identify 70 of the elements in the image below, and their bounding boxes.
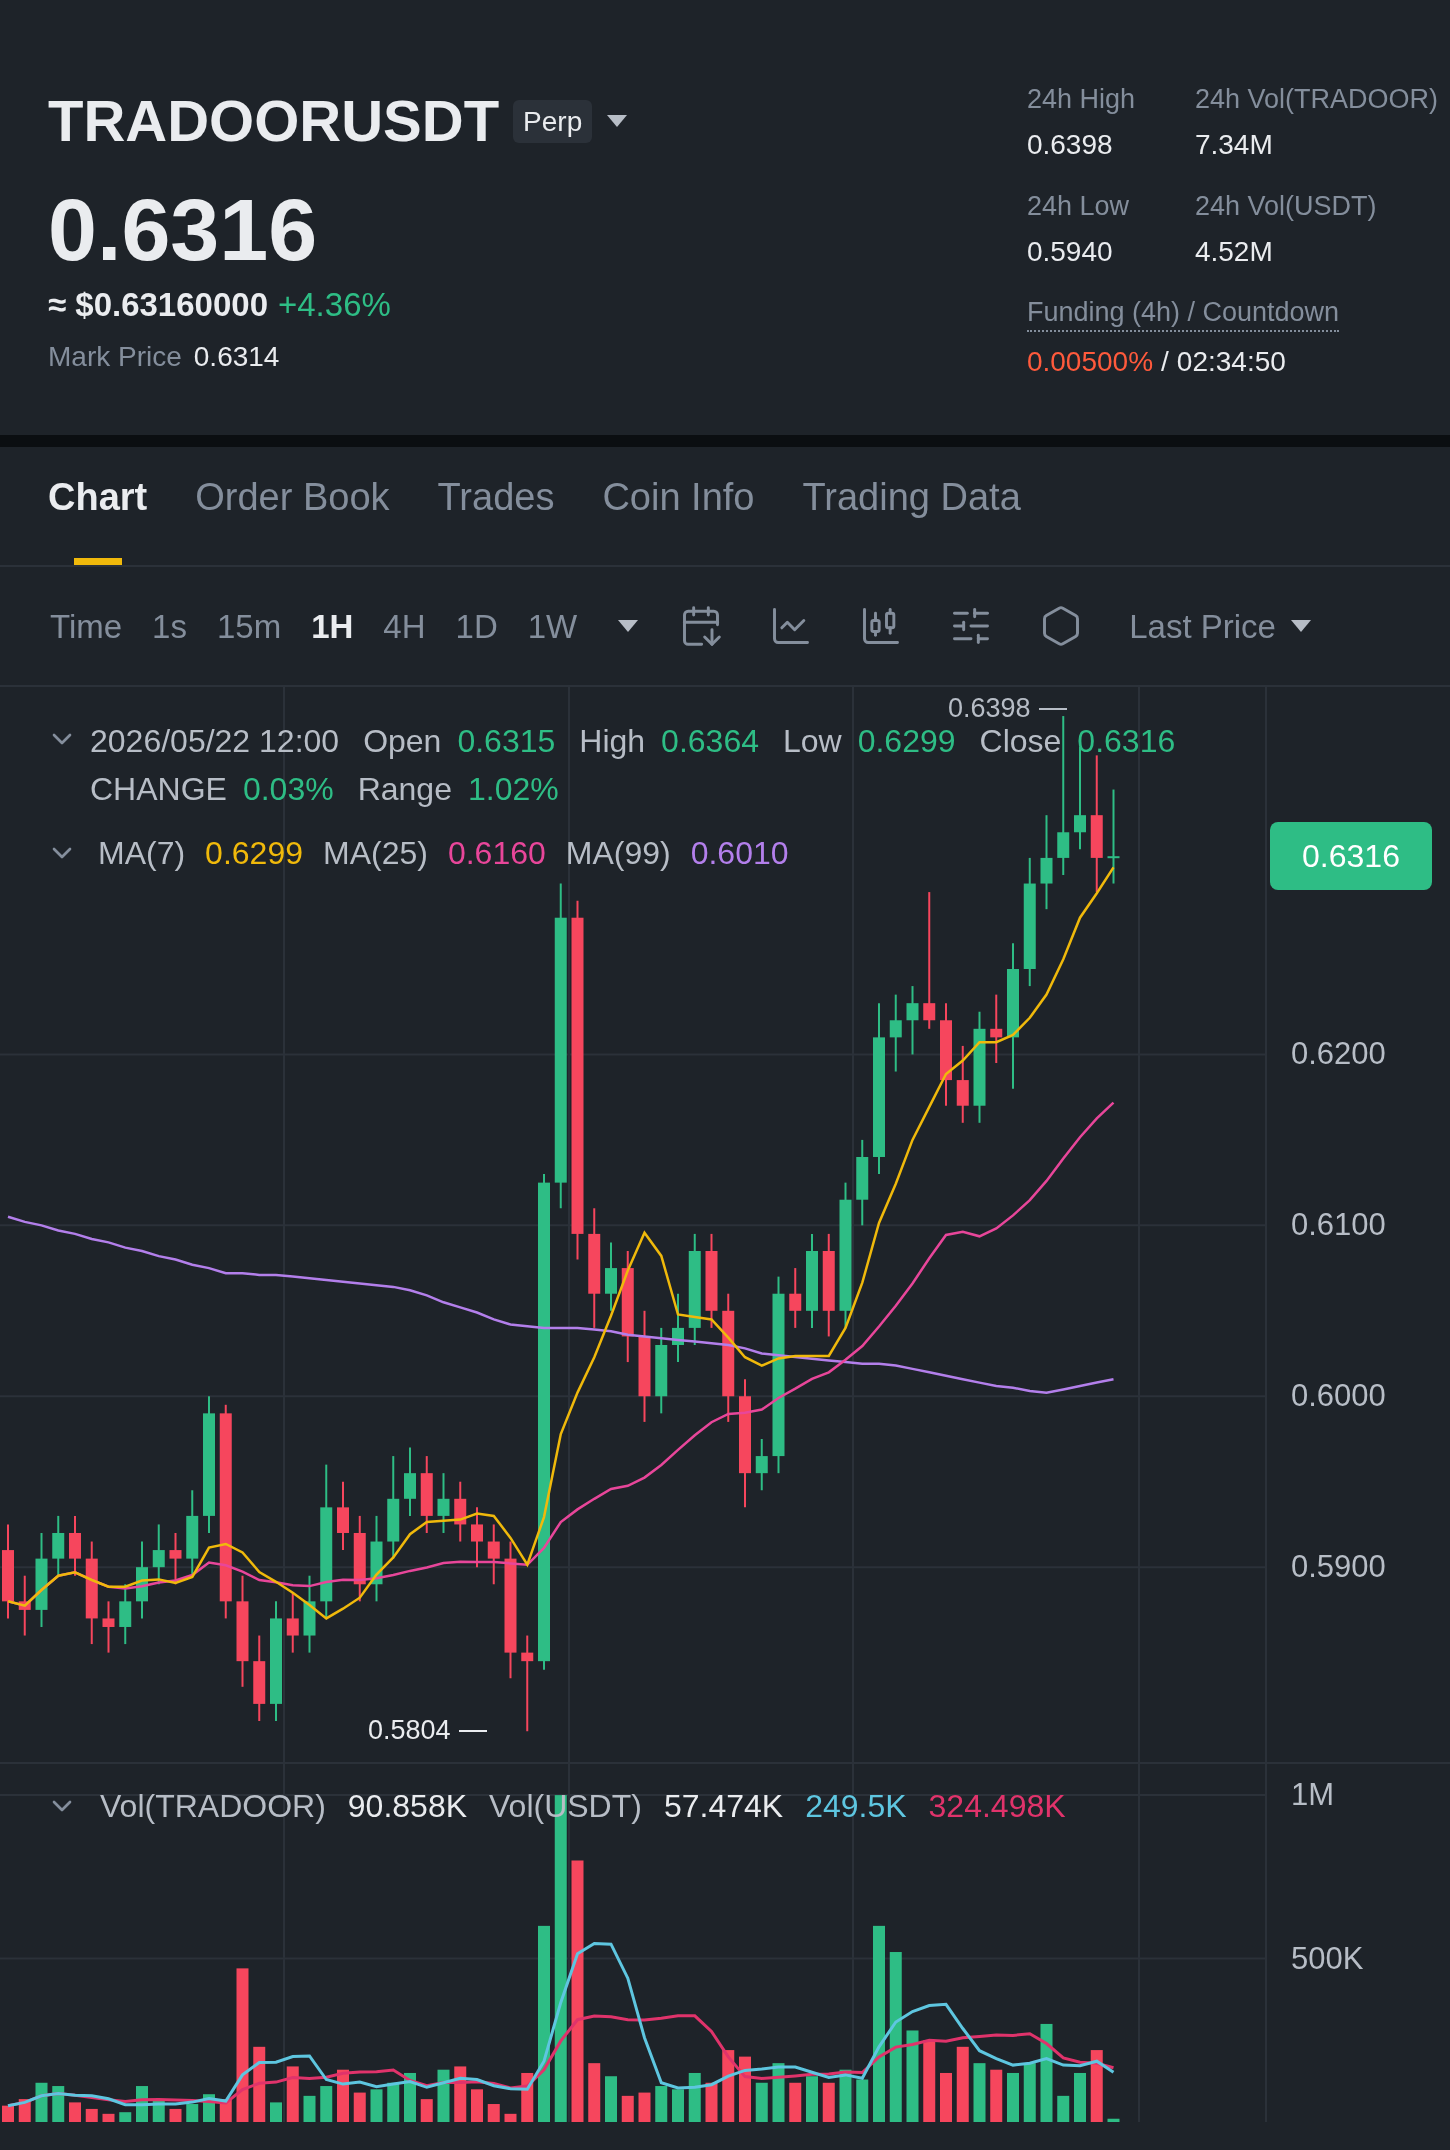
leader-line: [458, 1729, 487, 1732]
volume-value: 249.5K: [805, 1790, 907, 1822]
interval-button[interactable]: 1H: [311, 609, 354, 643]
interval-button[interactable]: 1s: [152, 609, 187, 643]
high-marker: 0.6398: [948, 695, 1031, 722]
interval-button[interactable]: 1W: [527, 609, 578, 643]
ohlc-value: 0.6299: [857, 722, 956, 761]
stat-value: 7.34M: [1194, 131, 1274, 159]
funding-rate: 0.00500%: [1026, 347, 1154, 376]
more-intervals-icon[interactable]: [617, 619, 640, 633]
candle-date: 2026/05/22 12:00: [90, 722, 340, 761]
interval-button[interactable]: 15m: [216, 609, 282, 643]
stat-value: 0.6398: [1026, 131, 1114, 159]
ma-label: MA(25): [323, 837, 428, 869]
stat-label: 24h High: [1026, 86, 1136, 113]
countdown: 02:34:50: [1176, 347, 1286, 376]
ohlc-value: 0.03%: [242, 770, 334, 809]
price-axis-label: 0.5900: [1291, 1551, 1386, 1583]
stat-label: 24h Vol(TRADOOR): [1194, 86, 1438, 113]
perp-badge: Perp: [513, 99, 593, 143]
last-price: 0.6316: [48, 186, 319, 274]
ma-label: MA(7): [98, 837, 186, 869]
ma-value: 0.6010: [690, 837, 789, 869]
ohlc-label: Range: [357, 770, 452, 809]
tab[interactable]: Coin Info: [602, 463, 755, 565]
ohlc-label: High: [579, 722, 646, 761]
caret-icon[interactable]: [606, 114, 629, 128]
tab[interactable]: Trading Data: [802, 463, 1021, 565]
tab[interactable]: Trades: [437, 463, 555, 565]
price-axis-label: 0.6100: [1291, 1209, 1386, 1241]
leader-line: [1038, 707, 1067, 710]
ohlc-value: 0.6364: [661, 722, 759, 761]
ohlc-value: 0.6316: [1077, 722, 1176, 761]
volume-axis-label: 1M: [1291, 1779, 1335, 1811]
ohlc-label: CHANGE: [90, 770, 227, 809]
volume-value: 90.858K: [347, 1790, 467, 1822]
symbol-title: TRADOORUSDT: [48, 92, 500, 150]
funding-label[interactable]: Funding (4h) / Countdown: [1026, 296, 1340, 332]
usd-price: ≈ $0.63160000: [48, 288, 268, 321]
mark-price-label: Mark Price: [48, 343, 182, 371]
volume-value: 57.474K: [663, 1790, 784, 1822]
stat-label: 24h Vol(USDT): [1194, 193, 1378, 220]
time-label: Time: [50, 609, 123, 643]
price-axis-label: 0.6200: [1291, 1038, 1386, 1070]
mark-price: 0.6314: [193, 343, 280, 371]
interval-button[interactable]: 1D: [455, 609, 498, 643]
stat-value: 4.52M: [1194, 238, 1274, 266]
price-type-dropdown[interactable]: Last Price: [1129, 609, 1312, 643]
ohlc-label: Low: [782, 722, 842, 761]
stat-value: 0.5940: [1026, 238, 1114, 266]
tab[interactable]: Chart: [48, 463, 148, 565]
volume-value: 324.498K: [928, 1790, 1066, 1822]
current-price-tag: 0.6316: [1270, 822, 1432, 891]
ohlc-label: Open: [363, 722, 442, 761]
price-axis-label: 0.6000: [1291, 1380, 1386, 1412]
stat-label: 24h Low: [1026, 193, 1130, 220]
volume-axis-label: 500K: [1291, 1942, 1364, 1974]
tab[interactable]: Order Book: [195, 463, 390, 565]
separator: /: [1161, 347, 1169, 376]
ohlc-value: 1.02%: [467, 770, 559, 809]
ma-label: MA(99): [565, 837, 671, 869]
ohlc-label: Close: [979, 722, 1062, 761]
ohlc-value: 0.6315: [457, 722, 556, 761]
volume-label: Vol(TRADOOR): [100, 1790, 326, 1822]
ma-value: 0.6160: [447, 837, 546, 869]
interval-button[interactable]: 4H: [383, 609, 426, 643]
ma-value: 0.6299: [205, 837, 303, 869]
caret-icon[interactable]: [1289, 619, 1312, 633]
price-change: +4.36%: [278, 288, 391, 321]
low-marker: 0.5804: [368, 1717, 451, 1744]
